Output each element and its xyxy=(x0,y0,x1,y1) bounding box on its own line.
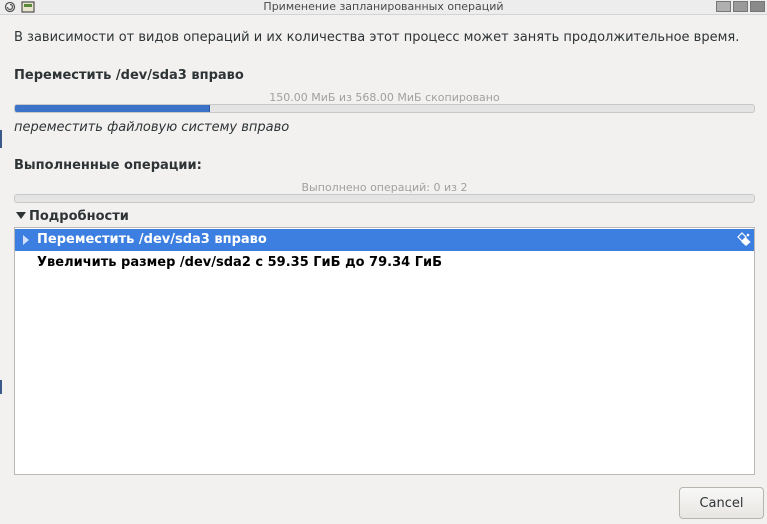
collapsed-expander-icon[interactable] xyxy=(23,235,29,245)
tree-row-label: Увеличить размер /dev/sda2 с 59.35 ГиБ д… xyxy=(37,255,443,270)
tree-row-label: Переместить /dev/sda3 вправо xyxy=(37,232,267,247)
maximize-button[interactable] xyxy=(733,1,748,12)
window-title: Применение запланированных операций xyxy=(263,0,504,13)
completed-progress-bar xyxy=(14,194,755,203)
completed-operations-title: Выполненные операции: xyxy=(14,158,202,173)
executing-icon xyxy=(737,232,751,246)
current-operation-title: Переместить /dev/sda3 вправо xyxy=(14,68,244,83)
tree-row[interactable]: Переместить /dev/sda3 вправо xyxy=(15,229,754,251)
minimize-button[interactable] xyxy=(716,1,731,12)
dialog-window: Применение запланированных операций В за… xyxy=(0,0,767,524)
background-window-edge xyxy=(0,380,2,394)
title-bar[interactable]: Применение запланированных операций xyxy=(0,0,767,15)
tree-row[interactable]: Увеличить размер /dev/sda2 с 59.35 ГиБ д… xyxy=(15,252,754,274)
current-progress-fill xyxy=(15,105,211,112)
completed-progress-text: Выполнено операций: 0 из 2 xyxy=(301,181,468,194)
close-button[interactable] xyxy=(750,1,765,12)
current-progress-text: 150.00 МиБ из 568.00 МиБ скопировано xyxy=(269,91,500,104)
details-expander[interactable]: Подробности xyxy=(16,209,129,224)
background-window-edge xyxy=(0,130,2,148)
details-label: Подробности xyxy=(29,209,129,224)
current-progress-bar xyxy=(14,104,755,113)
expanded-triangle-icon xyxy=(16,212,26,219)
operations-tree[interactable]: Переместить /dev/sda3 вправо Увеличить р… xyxy=(14,227,755,475)
intro-text: В зависимости от видов операций и их кол… xyxy=(14,30,740,45)
current-subtask: переместить файловую систему вправо xyxy=(14,120,290,135)
cancel-button[interactable]: Cancel xyxy=(679,487,764,519)
